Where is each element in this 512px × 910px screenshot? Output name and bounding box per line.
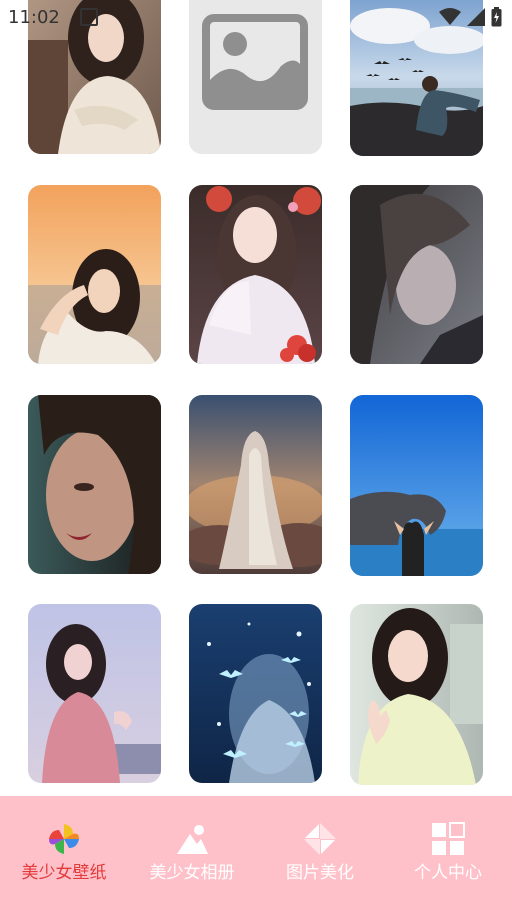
status-icons <box>439 7 502 27</box>
nav-label-wallpaper: 美少女壁纸 <box>21 863 107 883</box>
photo-tile[interactable] <box>189 395 322 574</box>
nav-profile[interactable]: 个人中心 <box>384 796 512 910</box>
grid-icon <box>431 822 465 856</box>
status-bar: 11:02 <box>0 0 512 34</box>
girl-sea-arch-photo <box>350 395 483 576</box>
photo-tile[interactable] <box>350 395 483 576</box>
nav-label-album: 美少女相册 <box>149 863 235 883</box>
status-time: 11:02 <box>8 7 60 28</box>
girl-pink-dress-photo <box>28 604 161 783</box>
girl-yellow-shirt-photo <box>350 604 483 785</box>
girl-moody-closeup-photo <box>28 395 161 574</box>
anime-blue-birds-photo <box>189 604 322 783</box>
cloaked-figure-clouds-photo <box>189 395 322 574</box>
notification-icon <box>80 8 98 26</box>
photo-tile[interactable] <box>28 185 161 364</box>
nav-label-profile: 个人中心 <box>414 863 482 883</box>
nav-label-beautify: 图片美化 <box>286 863 354 883</box>
photo-tile[interactable] <box>189 604 322 783</box>
photo-tile[interactable] <box>350 604 483 785</box>
pinwheel-icon <box>47 822 81 856</box>
diamond-icon <box>303 822 337 856</box>
battery-icon <box>491 7 502 27</box>
anime-dark-portrait-photo <box>350 185 483 364</box>
wallpaper-grid <box>0 0 512 796</box>
photo-tile[interactable] <box>28 395 161 574</box>
nav-album[interactable]: 美少女相册 <box>128 796 256 910</box>
signal-icon <box>467 8 485 26</box>
girl-sunset-beach-photo <box>28 185 161 364</box>
wifi-icon <box>439 8 461 25</box>
mountain-icon <box>175 822 209 856</box>
photo-tile[interactable] <box>28 604 161 783</box>
app-screen: 11:02 美少女壁纸 美少女相册 图片美化 个人中心 <box>0 0 512 910</box>
nav-beautify[interactable]: 图片美化 <box>256 796 384 910</box>
anime-hanfu-girl-photo <box>189 185 322 364</box>
bottom-nav: 美少女壁纸 美少女相册 图片美化 个人中心 <box>0 796 512 910</box>
photo-tile[interactable] <box>189 185 322 364</box>
photo-tile[interactable] <box>350 185 483 364</box>
nav-wallpaper[interactable]: 美少女壁纸 <box>0 796 128 910</box>
